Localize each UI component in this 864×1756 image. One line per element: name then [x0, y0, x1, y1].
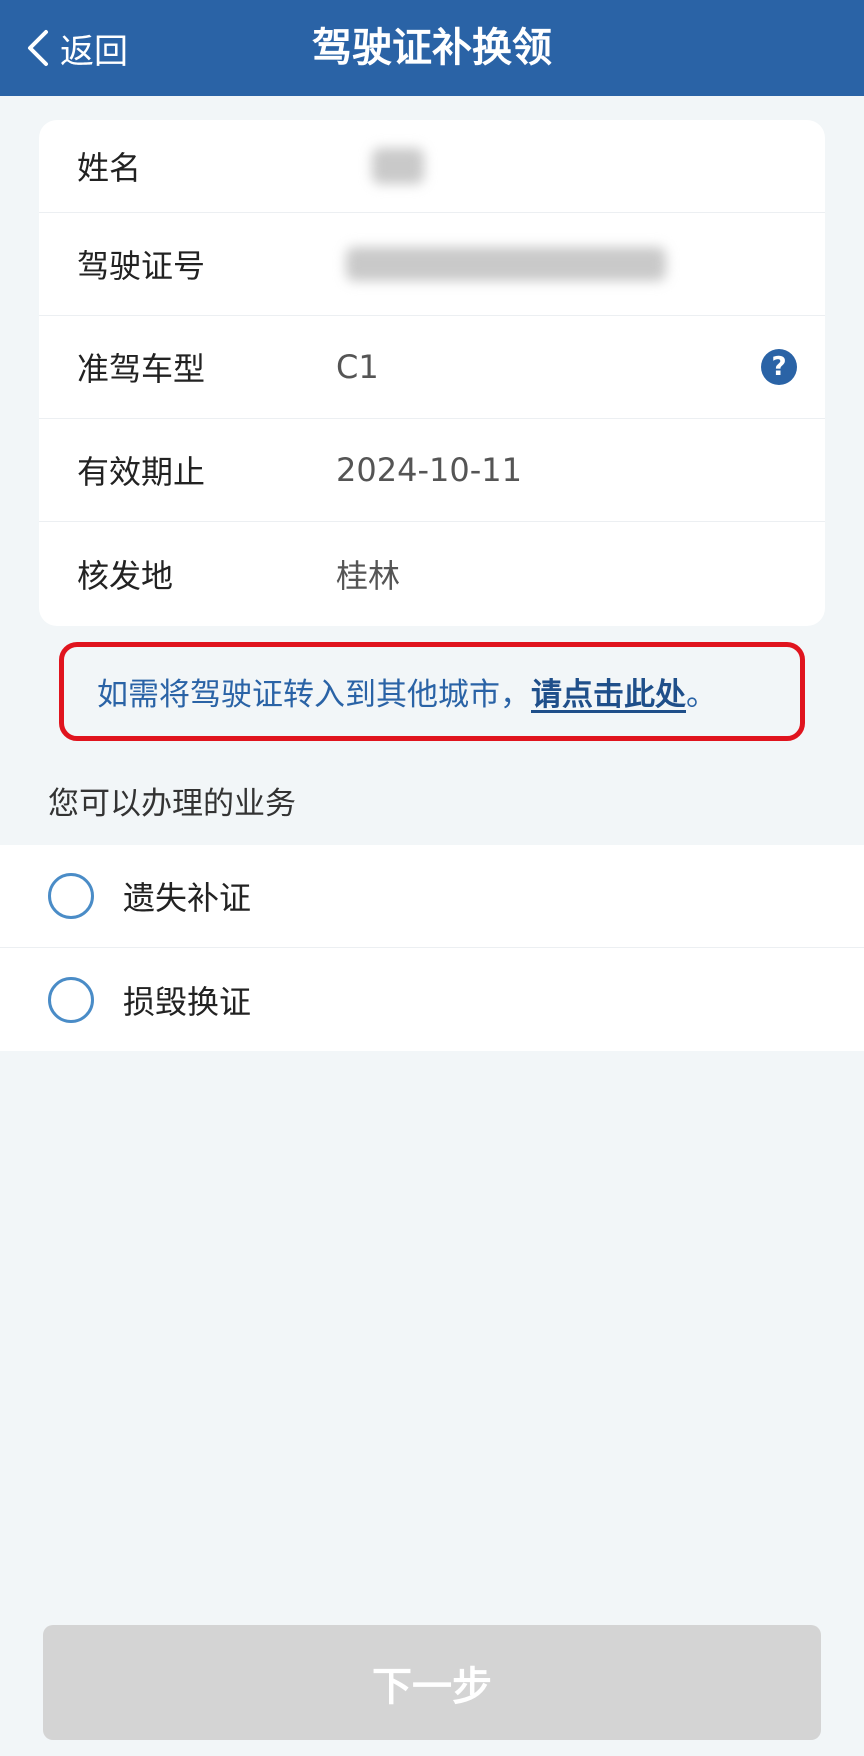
- transfer-link[interactable]: 请点击此处: [531, 669, 686, 714]
- radio-button[interactable]: [48, 873, 94, 919]
- info-row-issuing-place: 核发地 桂林: [39, 522, 825, 625]
- help-icon[interactable]: ?: [761, 349, 797, 385]
- name-value-redacted: [336, 120, 424, 212]
- option-label: 遗失补证: [123, 879, 252, 917]
- license-info-card: 姓名 驾驶证号 准驾车型 C1 ? 有效期止 2024-10-11 核发地 桂林: [39, 120, 825, 626]
- info-row-expiry: 有效期止 2024-10-11: [39, 419, 825, 522]
- name-label: 姓名: [77, 149, 142, 187]
- info-row-vehicle-class: 准驾车型 C1 ?: [39, 316, 825, 419]
- radio-button[interactable]: [48, 976, 94, 1023]
- transfer-notice-text: 如需将驾驶证转入到其他城市，: [97, 677, 531, 713]
- option-lost-replacement[interactable]: 遗失补证: [0, 845, 864, 948]
- license-number-label: 驾驶证号: [77, 247, 206, 285]
- top-nav-bar: 返回 驾驶证补换领: [0, 0, 864, 96]
- issuing-place-value: 桂林: [336, 556, 401, 595]
- option-damage-replacement[interactable]: 损毁换证: [0, 948, 864, 1051]
- info-row-license-number: 驾驶证号: [39, 213, 825, 316]
- services-section-title: 您可以办理的业务: [48, 785, 296, 822]
- expiry-label: 有效期止: [77, 453, 206, 491]
- expiry-value: 2024-10-11: [336, 451, 522, 489]
- option-label: 损毁换证: [123, 982, 252, 1021]
- issuing-place-label: 核发地: [77, 556, 174, 595]
- page-title: 驾驶证补换领: [312, 25, 552, 71]
- transfer-notice: 如需将驾驶证转入到其他城市， 请点击此处 。: [59, 642, 805, 741]
- license-number-value-redacted: [336, 213, 666, 315]
- service-options-list: 遗失补证 损毁换证: [0, 845, 864, 1051]
- transfer-notice-suffix: 。: [686, 677, 717, 713]
- next-step-button[interactable]: 下一步: [43, 1625, 821, 1740]
- vehicle-class-label: 准驾车型: [77, 350, 206, 388]
- vehicle-class-value: C1: [336, 348, 379, 386]
- info-row-name: 姓名: [39, 120, 825, 213]
